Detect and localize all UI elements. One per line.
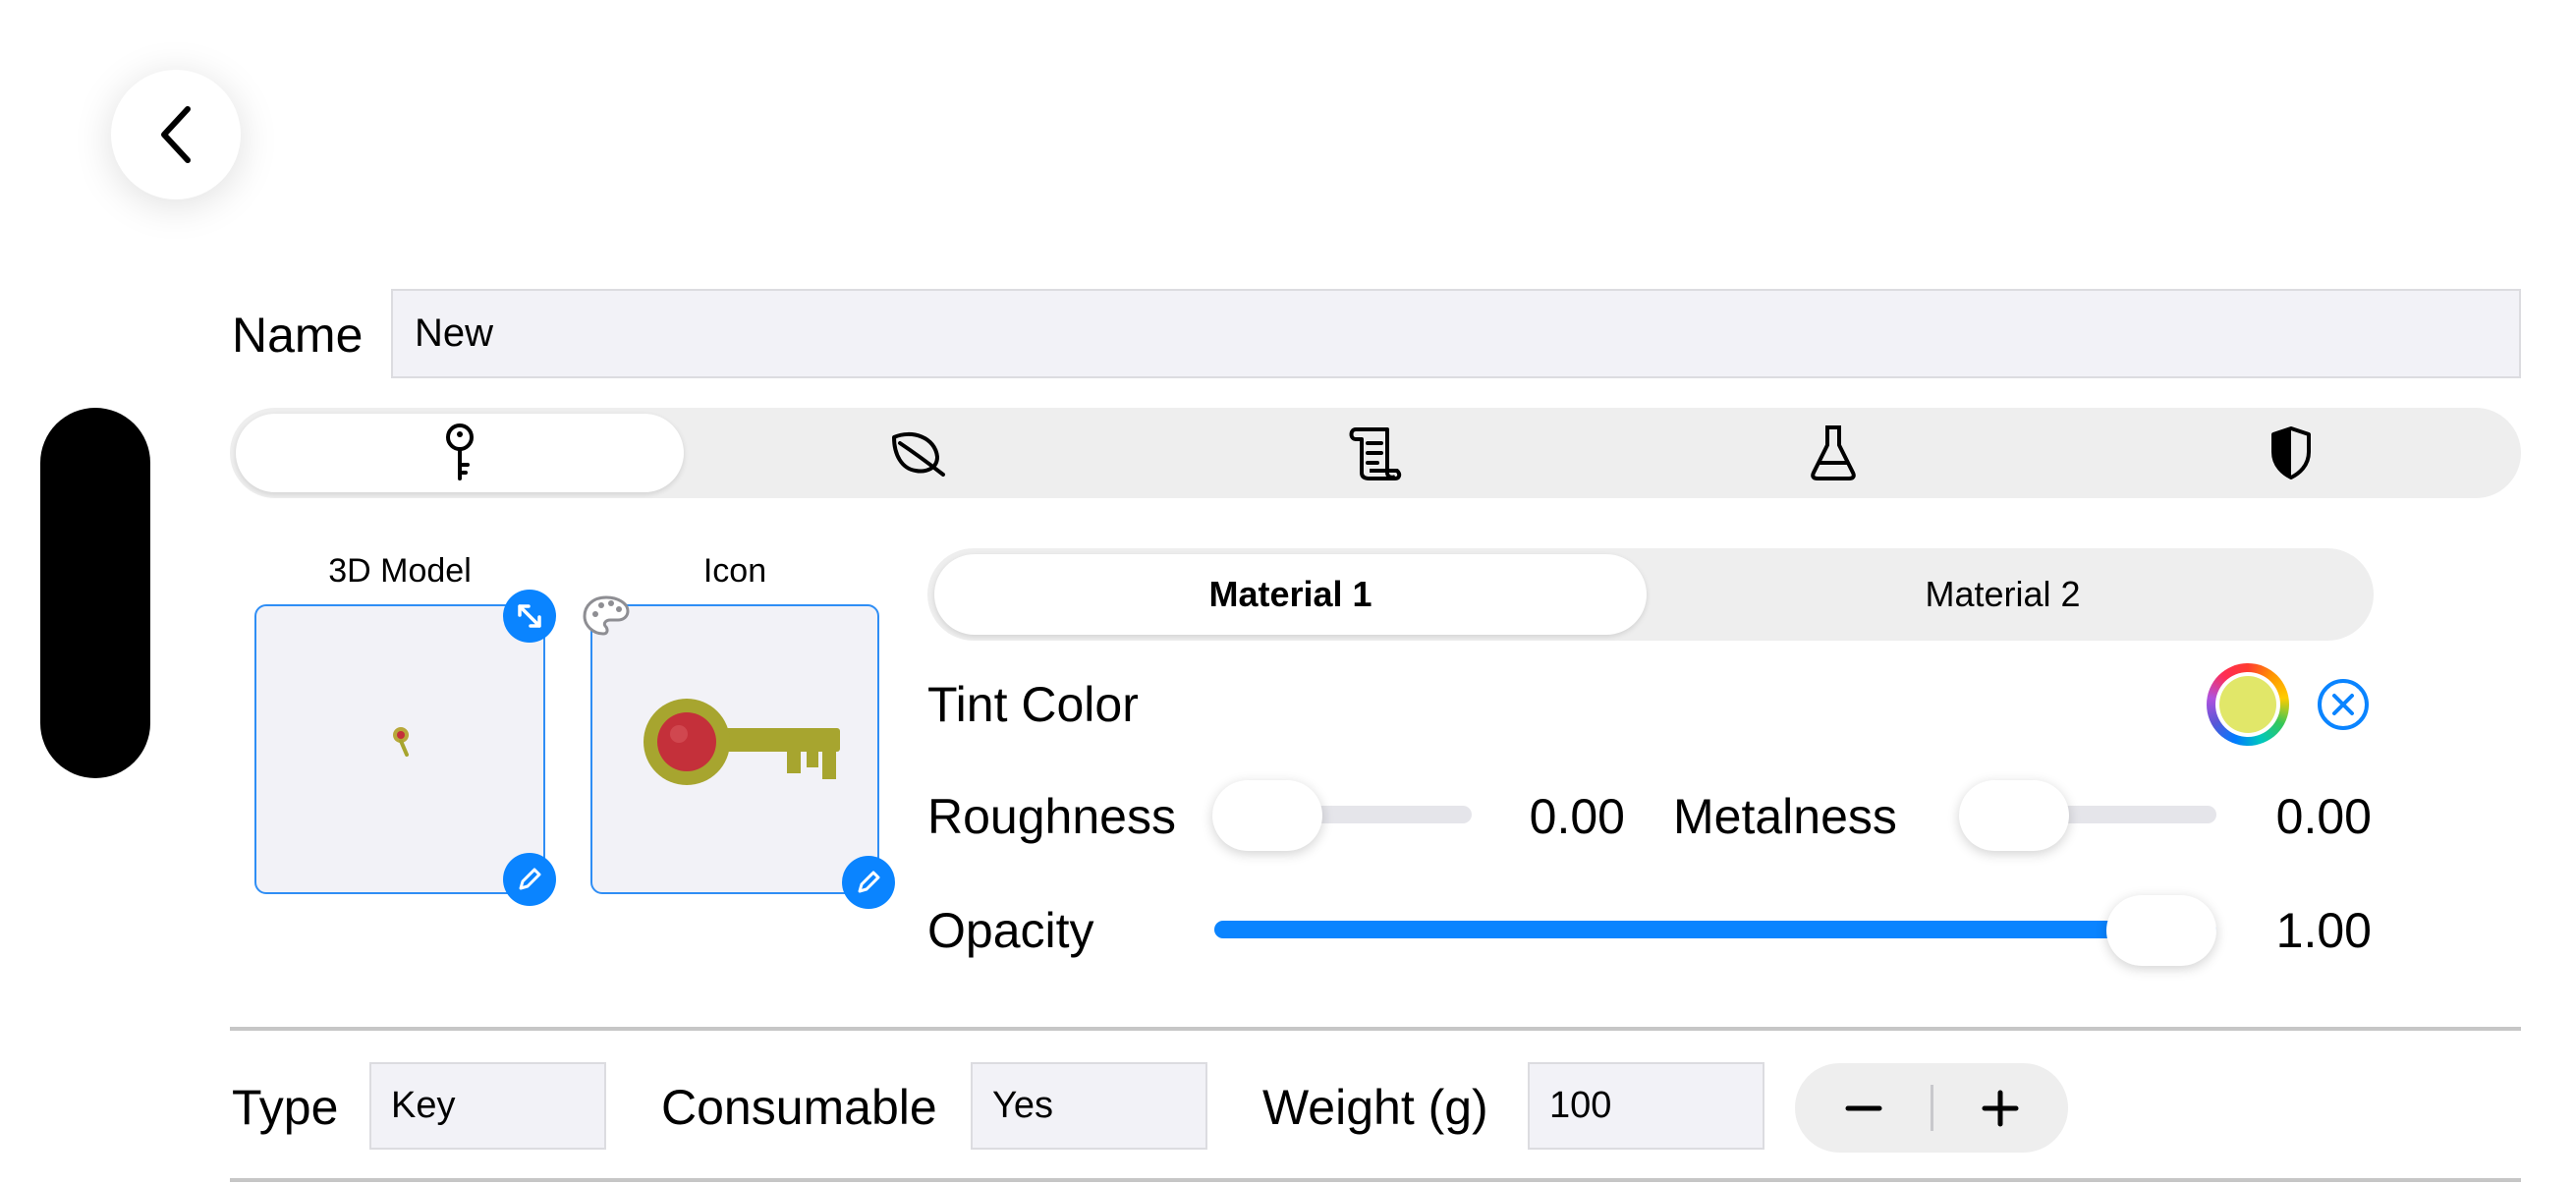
opacity-slider-thumb[interactable] (2106, 895, 2216, 966)
scroll-icon (1349, 427, 1402, 480)
edit-model-button[interactable] (503, 853, 556, 906)
name-input[interactable] (391, 289, 2521, 378)
expand-icon (518, 604, 541, 628)
weight-field[interactable] (1528, 1062, 1764, 1150)
key-icon-thumbnail (644, 699, 840, 785)
opacity-label: Opacity (927, 903, 1094, 958)
tab-document[interactable] (1151, 414, 1599, 492)
roughness-label: Roughness (927, 789, 1176, 844)
close-circle-icon (2318, 679, 2369, 730)
opacity-value: 1.00 (2275, 903, 2372, 958)
tint-color-swatch (2215, 672, 2280, 737)
opacity-slider[interactable] (1214, 921, 2216, 938)
consumable-field[interactable] (971, 1062, 1207, 1150)
consumable-label: Consumable (661, 1080, 937, 1135)
decrement-button[interactable] (1795, 1063, 1932, 1153)
leaf-icon (892, 431, 945, 477)
icon-style-button[interactable] (582, 594, 631, 638)
shield-icon (2271, 426, 2311, 480)
increment-button[interactable] (1932, 1063, 2068, 1153)
back-button[interactable] (111, 70, 241, 199)
clear-tint-button[interactable] (2316, 677, 2371, 732)
type-label: Type (232, 1080, 339, 1135)
metalness-label: Metalness (1673, 789, 1897, 844)
tab-nature[interactable] (694, 414, 1142, 492)
name-label: Name (232, 308, 364, 363)
tint-color-well[interactable] (2207, 663, 2289, 746)
pencil-icon (519, 868, 541, 890)
tint-color-fill (2219, 676, 2276, 733)
roughness-value: 0.00 (1529, 789, 1625, 844)
icon-preview-title: Icon (702, 552, 767, 590)
minus-icon (1845, 1105, 1881, 1110)
section-divider (230, 1027, 2521, 1031)
model-preview[interactable] (254, 604, 545, 894)
metalness-value: 0.00 (2275, 789, 2372, 844)
tab-chemistry[interactable] (1609, 414, 2057, 492)
opacity-fill (1214, 921, 2216, 938)
side-drag-handle[interactable] (40, 408, 150, 778)
model-preview-title: 3D Model (328, 552, 472, 590)
tab-armor[interactable] (2067, 414, 2515, 492)
palette-icon (583, 595, 630, 636)
category-tab-bar (230, 408, 2521, 498)
plus-icon (1982, 1090, 2018, 1126)
edit-icon-button[interactable] (842, 856, 895, 909)
section-divider (230, 1178, 2521, 1182)
tab-material-2[interactable]: Material 2 (1647, 554, 2359, 635)
tab-material-1[interactable]: Material 1 (934, 554, 1647, 635)
icon-preview[interactable] (590, 604, 879, 894)
weight-stepper (1795, 1063, 2068, 1153)
expand-model-button[interactable] (503, 590, 556, 643)
key-model-thumbnail (393, 727, 409, 757)
flask-icon (1811, 425, 1856, 480)
material-segmented-control: Material 1 Material 2 (927, 548, 2374, 641)
tab-key[interactable] (236, 414, 684, 492)
pencil-icon (858, 871, 880, 893)
tint-color-label: Tint Color (927, 677, 1139, 732)
roughness-slider-thumb[interactable] (1212, 780, 1322, 851)
chevron-left-icon (161, 106, 191, 163)
type-field[interactable] (369, 1062, 606, 1150)
weight-label: Weight (g) (1262, 1080, 1488, 1135)
metalness-slider-thumb[interactable] (1959, 780, 2069, 851)
key-icon (446, 423, 474, 480)
